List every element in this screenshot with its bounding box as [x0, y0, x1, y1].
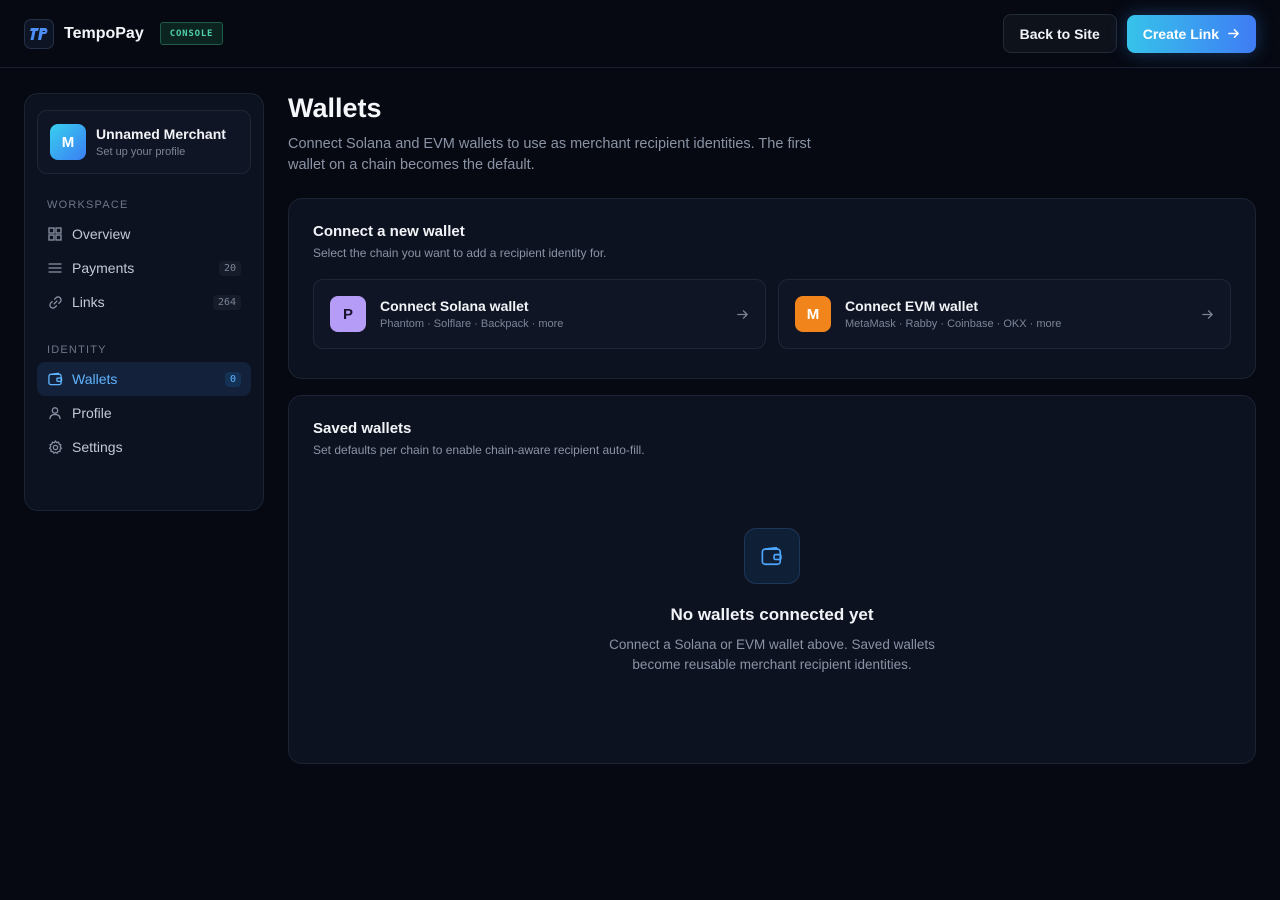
- wallet-option-subtitle: MetaMask · Rabby · Coinbase · OKX · more: [845, 318, 1062, 330]
- sidebar-item-profile[interactable]: Profile: [37, 396, 251, 430]
- saved-panel-title: Saved wallets: [313, 420, 412, 437]
- arrow-right-icon: [737, 309, 748, 319]
- connect-panel-subtitle: Select the chain you want to add a recip…: [313, 246, 607, 260]
- main-content: Wallets Connect Solana and EVM wallets t…: [288, 93, 1256, 764]
- merchant-avatar: M: [50, 124, 86, 160]
- wallets-count-badge: 0: [224, 371, 241, 387]
- connect-solana-wallet-button[interactable]: P Connect Solana wallet Phantom · Solfla…: [313, 279, 766, 349]
- phantom-logo-icon: P: [330, 296, 366, 332]
- create-link-button[interactable]: Create Link: [1126, 14, 1256, 53]
- user-icon: [47, 405, 63, 421]
- back-to-site-button[interactable]: Back to Site: [1002, 14, 1117, 53]
- link-icon: [47, 294, 63, 310]
- metamask-logo-icon: M: [795, 296, 831, 332]
- list-icon: [47, 260, 63, 276]
- sidebar-item-links[interactable]: Links 264: [37, 285, 251, 319]
- sidebar-item-wallets[interactable]: Wallets 0: [37, 362, 251, 396]
- sidebar-item-label: Wallets: [72, 371, 118, 387]
- section-label-workspace: WORKSPACE: [47, 199, 129, 211]
- connect-panel-title: Connect a new wallet: [313, 223, 465, 240]
- sidebar-item-label: Payments: [72, 260, 135, 276]
- sidebar-item-payments[interactable]: Payments 20: [37, 251, 251, 285]
- page-description: Connect Solana and EVM wallets to use as…: [288, 136, 811, 173]
- merchant-card[interactable]: M Unnamed Merchant Set up your profile: [37, 110, 251, 174]
- page-title: Wallets: [288, 93, 382, 123]
- wallet-icon: [744, 528, 800, 584]
- merchant-subtitle: Set up your profile: [96, 146, 186, 158]
- sidebar-item-label: Profile: [72, 405, 112, 421]
- sidebar-item-label: Settings: [72, 439, 123, 455]
- create-link-label: Create Link: [1142, 25, 1219, 42]
- sidebar-item-label: Links: [72, 294, 105, 310]
- tempopay-logo-icon[interactable]: [24, 18, 54, 49]
- empty-state-description: Connect a Solana or EVM wallet above. Sa…: [609, 637, 935, 672]
- empty-state-title: No wallets connected yet: [670, 605, 874, 624]
- connect-evm-wallet-button[interactable]: M Connect EVM wallet MetaMask · Rabby · …: [778, 279, 1231, 349]
- saved-panel-subtitle: Set defaults per chain to enable chain-a…: [313, 443, 645, 457]
- wallet-option-title: Connect EVM wallet: [845, 298, 979, 314]
- sidebar: M Unnamed Merchant Set up your profile W…: [24, 93, 264, 511]
- brand-name: TempoPay: [64, 24, 144, 42]
- wallet-icon: [47, 371, 63, 387]
- links-count-badge: 264: [212, 294, 241, 310]
- sidebar-item-overview[interactable]: Overview: [37, 217, 251, 251]
- grid-icon: [47, 226, 63, 242]
- console-badge: CONSOLE: [159, 22, 224, 45]
- arrow-right-icon: [1202, 309, 1213, 319]
- section-label-identity: IDENTITY: [47, 344, 107, 356]
- sidebar-item-settings[interactable]: Settings: [37, 430, 251, 464]
- payments-count-badge: 20: [218, 260, 241, 276]
- saved-wallets-panel: Saved wallets Set defaults per chain to …: [288, 395, 1256, 764]
- gear-icon: [47, 439, 63, 455]
- sidebar-item-label: Overview: [72, 226, 131, 242]
- wallet-option-subtitle: Phantom · Solflare · Backpack · more: [380, 318, 564, 330]
- empty-state: No wallets connected yet Connect a Solan…: [289, 528, 1255, 675]
- wallet-option-title: Connect Solana wallet: [380, 298, 529, 314]
- connect-wallet-panel: Connect a new wallet Select the chain yo…: [288, 198, 1256, 379]
- arrow-right-icon: [1228, 29, 1239, 38]
- top-bar: TempoPay CONSOLE Back to Site Create Lin…: [0, 0, 1280, 68]
- merchant-name: Unnamed Merchant: [96, 126, 226, 142]
